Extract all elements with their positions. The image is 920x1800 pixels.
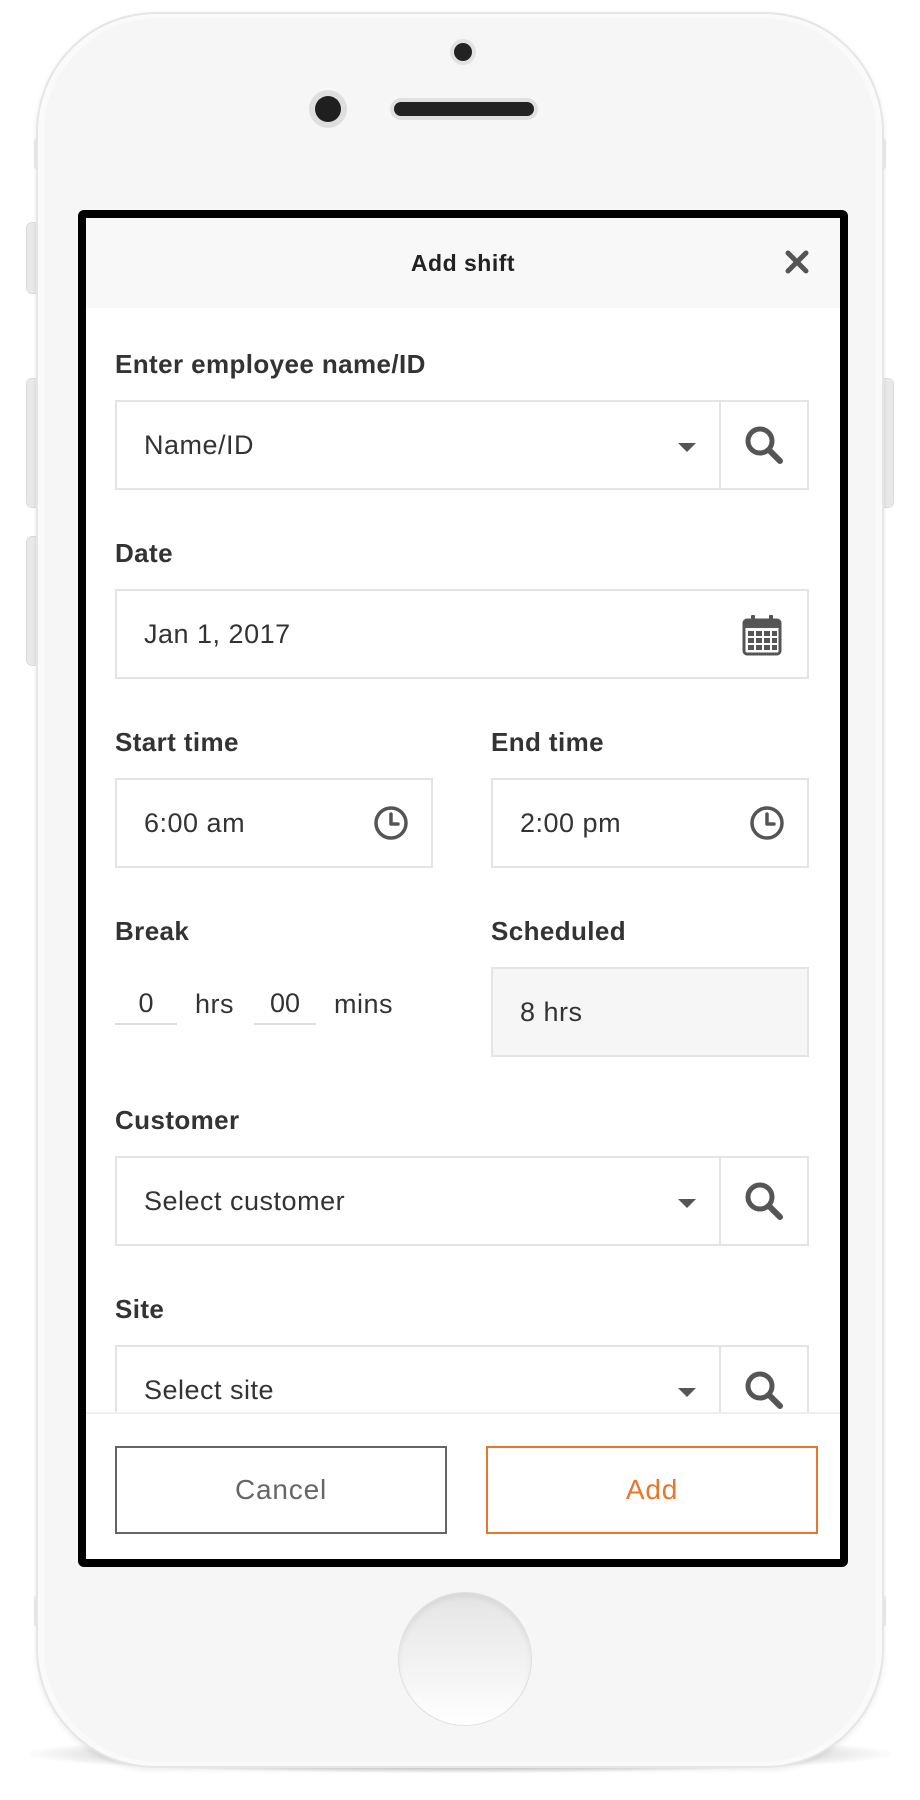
clock-icon — [374, 806, 408, 840]
search-icon — [745, 426, 783, 464]
date-field[interactable]: Jan 1, 2017 — [115, 589, 809, 679]
date-label: Date — [115, 538, 173, 568]
shift-form: Enter employee name/ID Name/ID Date Jan … — [86, 308, 840, 1412]
date-value: Jan 1, 2017 — [144, 618, 291, 649]
cancel-button[interactable]: Cancel — [115, 1446, 447, 1534]
scheduled-field: 8 hrs — [491, 967, 809, 1057]
end-time-field[interactable]: 2:00 pm — [491, 778, 809, 868]
break-hours-unit: hrs — [195, 988, 235, 1019]
earpiece-speaker — [394, 102, 534, 116]
employee-select-value: Name/ID — [144, 429, 255, 460]
break-hours-input[interactable] — [115, 983, 177, 1025]
break-minutes-unit: mins — [334, 988, 394, 1019]
end-time-label: End time — [491, 727, 604, 757]
modal-title: Add shift — [410, 249, 516, 276]
site-select-value: Select site — [144, 1374, 275, 1405]
date-picker-button[interactable] — [741, 613, 783, 657]
chevron-down-icon — [678, 1388, 696, 1397]
start-time-label: Start time — [115, 727, 239, 757]
break-inputs: hrs mins — [115, 983, 393, 1025]
modal-header: Add shift — [86, 218, 840, 308]
start-time-picker-button[interactable] — [373, 805, 409, 841]
break-minutes-input[interactable] — [254, 983, 317, 1025]
customer-select-value: Select customer — [144, 1185, 346, 1216]
close-icon — [785, 250, 809, 274]
customer-label: Customer — [115, 1105, 240, 1135]
start-time-field[interactable]: 6:00 am — [115, 778, 433, 868]
scheduled-value: 8 hrs — [520, 996, 583, 1027]
chevron-down-icon — [678, 443, 696, 452]
clock-icon — [750, 806, 784, 840]
customer-search-button[interactable] — [719, 1156, 809, 1246]
site-select[interactable]: Select site — [115, 1345, 809, 1412]
search-icon — [745, 1371, 783, 1409]
front-camera — [454, 43, 472, 61]
employee-search-button[interactable] — [719, 400, 809, 490]
end-time-picker-button[interactable] — [749, 805, 785, 841]
modal-footer: Cancel Add — [86, 1412, 840, 1559]
site-search-button[interactable] — [719, 1345, 809, 1412]
employee-select[interactable]: Name/ID — [115, 400, 809, 490]
chevron-down-icon — [678, 1199, 696, 1208]
scheduled-label: Scheduled — [491, 916, 627, 946]
site-label: Site — [115, 1294, 165, 1324]
customer-select[interactable]: Select customer — [115, 1156, 809, 1246]
proximity-sensor — [315, 96, 341, 122]
search-icon — [745, 1182, 783, 1220]
close-button[interactable] — [782, 247, 812, 277]
break-label: Break — [115, 916, 190, 946]
calendar-icon — [742, 615, 782, 656]
add-button[interactable]: Add — [486, 1446, 818, 1534]
home-button[interactable] — [398, 1592, 532, 1726]
add-shift-modal: Add shift Enter employee name/ID Name/ID… — [78, 210, 848, 1567]
employee-label: Enter employee name/ID — [115, 349, 426, 379]
